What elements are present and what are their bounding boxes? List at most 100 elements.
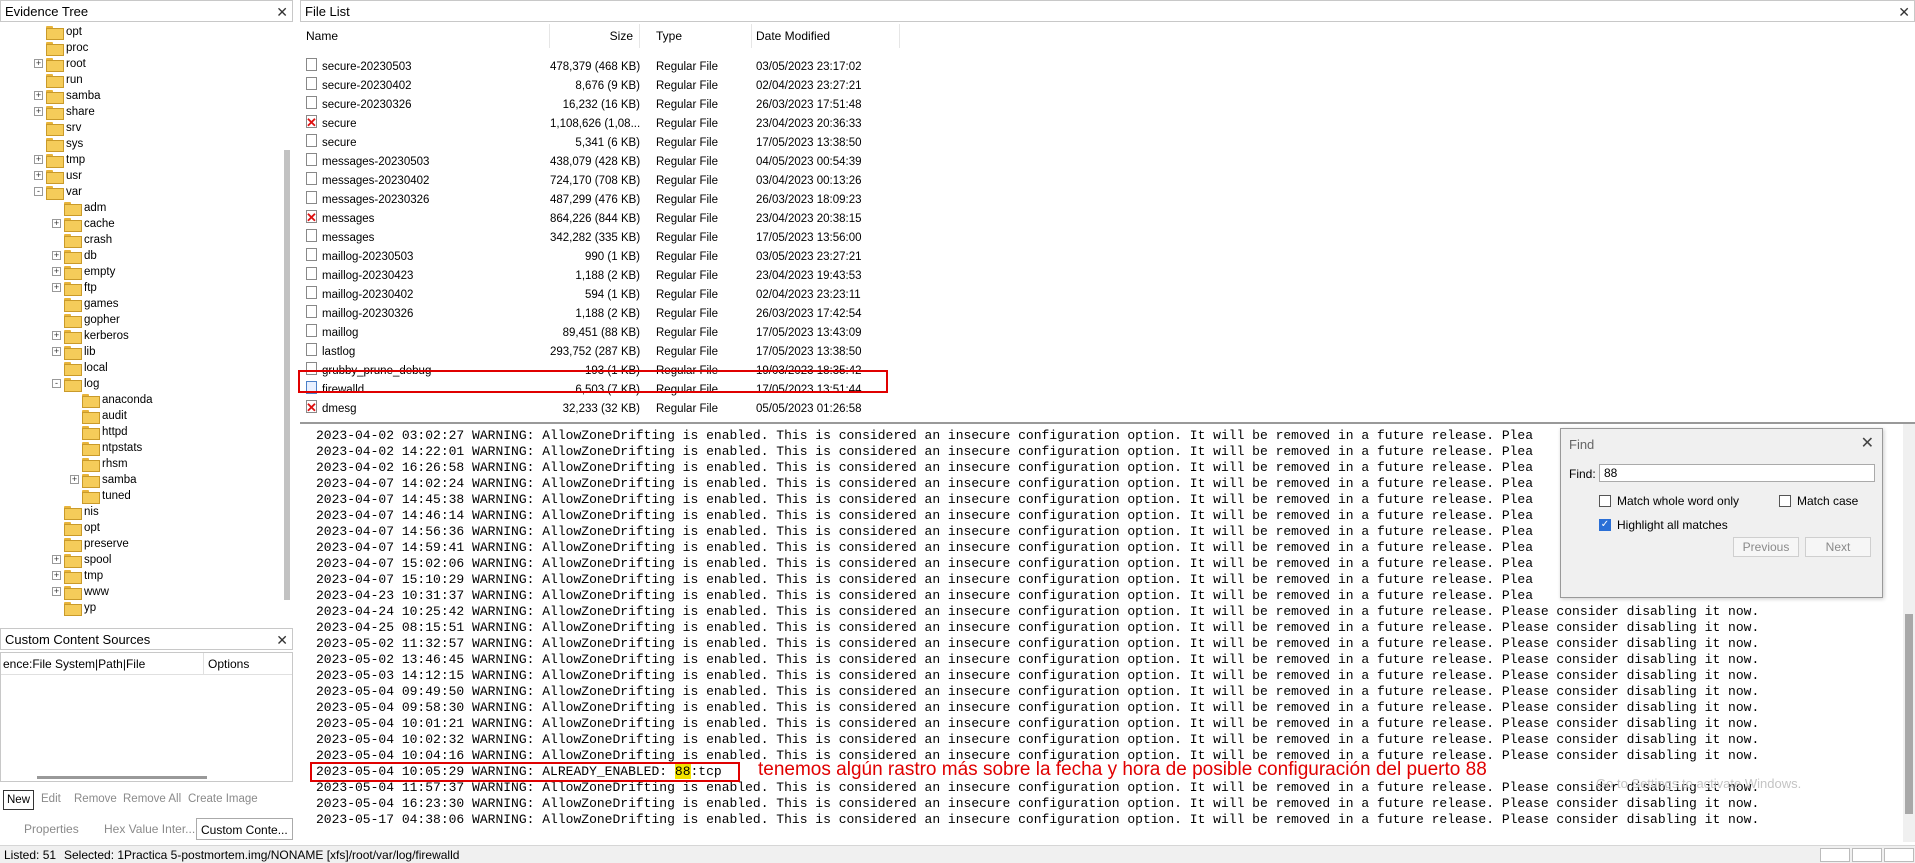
expand-icon[interactable]: + bbox=[52, 587, 61, 596]
tree-item[interactable]: adm bbox=[0, 200, 283, 216]
collapse-icon[interactable]: - bbox=[34, 187, 43, 196]
expand-icon[interactable]: + bbox=[52, 331, 61, 340]
tree-item[interactable]: - var bbox=[0, 184, 283, 200]
tree-item[interactable]: + root bbox=[0, 56, 283, 72]
tree-item[interactable]: rhsm bbox=[0, 456, 283, 472]
file-row[interactable]: messages 864,226 (844 KB) Regular File 23/0… bbox=[300, 208, 900, 229]
tree-item[interactable]: gopher bbox=[0, 312, 283, 328]
ccs-col-source[interactable]: ence:File System|Path|File bbox=[3, 653, 145, 675]
find-input[interactable] bbox=[1599, 464, 1875, 482]
tree-item[interactable]: srv bbox=[0, 120, 283, 136]
tree-item[interactable]: + samba bbox=[0, 472, 283, 488]
tree-item[interactable]: + share bbox=[0, 104, 283, 120]
highlight-all-label[interactable]: Highlight all matches bbox=[1617, 518, 1728, 532]
tree-item[interactable]: + www bbox=[0, 584, 283, 600]
tree-item[interactable]: proc bbox=[0, 40, 283, 56]
file-row[interactable]: maillog 89,451 (88 KB) Regular File 17/05/2… bbox=[300, 324, 900, 343]
file-row[interactable]: lastlog 293,752 (287 KB) Regular File 17/05… bbox=[300, 343, 900, 362]
file-row[interactable]: dmesg 32,233 (32 KB) Regular File 05/05/202… bbox=[300, 398, 900, 419]
file-row[interactable]: maillog-20230326 1,188 (2 KB) Regular File… bbox=[300, 305, 900, 324]
tab-properties[interactable]: Properties bbox=[24, 818, 79, 840]
expand-icon[interactable]: + bbox=[34, 155, 43, 164]
expand-icon[interactable]: + bbox=[52, 347, 61, 356]
expand-icon[interactable]: + bbox=[52, 555, 61, 564]
match-case-checkbox[interactable] bbox=[1779, 495, 1791, 507]
tree-item[interactable]: + samba bbox=[0, 88, 283, 104]
custom-content-sources-list[interactable]: ence:File System|Path|File Options bbox=[0, 652, 293, 782]
file-row[interactable]: maillog-20230402 594 (1 KB) Regular File 02… bbox=[300, 286, 900, 305]
file-row[interactable]: secure-20230402 8,676 (9 KB) Regular File 0… bbox=[300, 77, 900, 96]
expand-icon[interactable]: + bbox=[52, 571, 61, 580]
tree-item[interactable]: + spool bbox=[0, 552, 283, 568]
expand-icon[interactable]: + bbox=[52, 283, 61, 292]
tab-hex-value-interpreter[interactable]: Hex Value Inter... bbox=[104, 818, 195, 840]
file-row[interactable]: messages-20230326 487,299 (476 KB) Regular… bbox=[300, 191, 900, 210]
create-image-button[interactable]: Create Image bbox=[185, 790, 261, 810]
file-list[interactable]: Name Size Type Date Modified secure-2023… bbox=[300, 24, 1915, 419]
tree-item[interactable]: httpd bbox=[0, 424, 283, 440]
file-row[interactable]: messages 342,282 (335 KB) Regular File 17/0… bbox=[300, 229, 900, 248]
expand-icon[interactable]: + bbox=[52, 267, 61, 276]
tree-item[interactable]: games bbox=[0, 296, 283, 312]
match-case-label[interactable]: Match case bbox=[1797, 494, 1858, 508]
expand-icon[interactable]: + bbox=[70, 475, 79, 484]
file-row[interactable]: secure-20230326 16,232 (16 KB) Regular Fil… bbox=[300, 96, 900, 115]
expand-icon[interactable]: + bbox=[34, 171, 43, 180]
expand-icon[interactable]: + bbox=[52, 219, 61, 228]
column-size[interactable]: Size bbox=[550, 24, 640, 48]
file-row[interactable]: messages-20230503 438,079 (428 KB) Regular… bbox=[300, 153, 900, 172]
file-row[interactable]: secure-20230503 478,379 (468 KB) Regular F… bbox=[300, 58, 900, 77]
tree-scrollbar[interactable] bbox=[284, 150, 290, 600]
expand-icon[interactable]: + bbox=[34, 107, 43, 116]
close-icon[interactable]: ✕ bbox=[276, 1, 288, 23]
expand-icon[interactable]: + bbox=[34, 59, 43, 68]
tree-item[interactable]: run bbox=[0, 72, 283, 88]
match-whole-word-label[interactable]: Match whole word only bbox=[1617, 494, 1739, 508]
tree-item[interactable]: preserve bbox=[0, 536, 283, 552]
viewer-scrollbar[interactable] bbox=[1903, 424, 1915, 842]
tab-custom-content-sources[interactable]: Custom Conte... bbox=[196, 818, 293, 840]
tree-item[interactable]: + lib bbox=[0, 344, 283, 360]
edit-button[interactable]: Edit bbox=[38, 790, 64, 810]
file-row[interactable]: messages-20230402 724,170 (708 KB) Regular… bbox=[300, 172, 900, 191]
close-icon[interactable]: ✕ bbox=[276, 629, 288, 651]
tree-item[interactable]: yp bbox=[0, 600, 283, 616]
next-button[interactable]: Next bbox=[1805, 537, 1871, 557]
file-row[interactable]: maillog-20230423 1,188 (2 KB) Regular File… bbox=[300, 267, 900, 286]
tree-item[interactable]: + kerberos bbox=[0, 328, 283, 344]
column-date-modified[interactable]: Date Modified bbox=[756, 24, 900, 48]
previous-button[interactable]: Previous bbox=[1733, 537, 1799, 557]
close-icon[interactable]: ✕ bbox=[1898, 1, 1910, 23]
collapse-icon[interactable]: - bbox=[52, 379, 61, 388]
ccs-col-options[interactable]: Options bbox=[203, 653, 249, 675]
tree-item[interactable]: local bbox=[0, 360, 283, 376]
tree-item[interactable]: anaconda bbox=[0, 392, 283, 408]
file-row[interactable]: secure 5,341 (6 KB) Regular File 17/05/2023… bbox=[300, 134, 900, 153]
tree-item[interactable]: sys bbox=[0, 136, 283, 152]
tree-item[interactable]: nis bbox=[0, 504, 283, 520]
expand-icon[interactable]: + bbox=[34, 91, 43, 100]
file-row[interactable]: maillog-20230503 990 (1 KB) Regular File 03… bbox=[300, 248, 900, 267]
tree-item[interactable]: + cache bbox=[0, 216, 283, 232]
file-row[interactable]: secure 1,108,626 (1,08... Regular File 23/0… bbox=[300, 113, 900, 134]
column-name[interactable]: Name bbox=[306, 24, 550, 48]
tree-item[interactable]: + ftp bbox=[0, 280, 283, 296]
tree-item[interactable]: opt bbox=[0, 520, 283, 536]
ccs-hscrollbar[interactable] bbox=[37, 776, 207, 779]
tree-item[interactable]: + tmp bbox=[0, 568, 283, 584]
tree-item[interactable]: opt bbox=[0, 24, 283, 40]
tree-item[interactable]: tuned bbox=[0, 488, 283, 504]
remove-all-button[interactable]: Remove All bbox=[120, 790, 184, 810]
tree-item[interactable]: + db bbox=[0, 248, 283, 264]
tree-item[interactable]: + empty bbox=[0, 264, 283, 280]
highlight-all-checkbox[interactable]: ✓ bbox=[1599, 519, 1611, 531]
tree-item[interactable]: ntpstats bbox=[0, 440, 283, 456]
remove-button[interactable]: Remove bbox=[71, 790, 120, 810]
new-button[interactable]: New bbox=[3, 790, 35, 810]
expand-icon[interactable]: + bbox=[52, 251, 61, 260]
viewer-scroll-thumb[interactable] bbox=[1905, 614, 1913, 814]
column-type[interactable]: Type bbox=[656, 24, 752, 48]
close-icon[interactable]: ✕ bbox=[1861, 433, 1874, 453]
evidence-tree[interactable]: opt proc + root run + samba + share srv sys + tmp + us… bbox=[0, 24, 283, 624]
tree-item[interactable]: audit bbox=[0, 408, 283, 424]
